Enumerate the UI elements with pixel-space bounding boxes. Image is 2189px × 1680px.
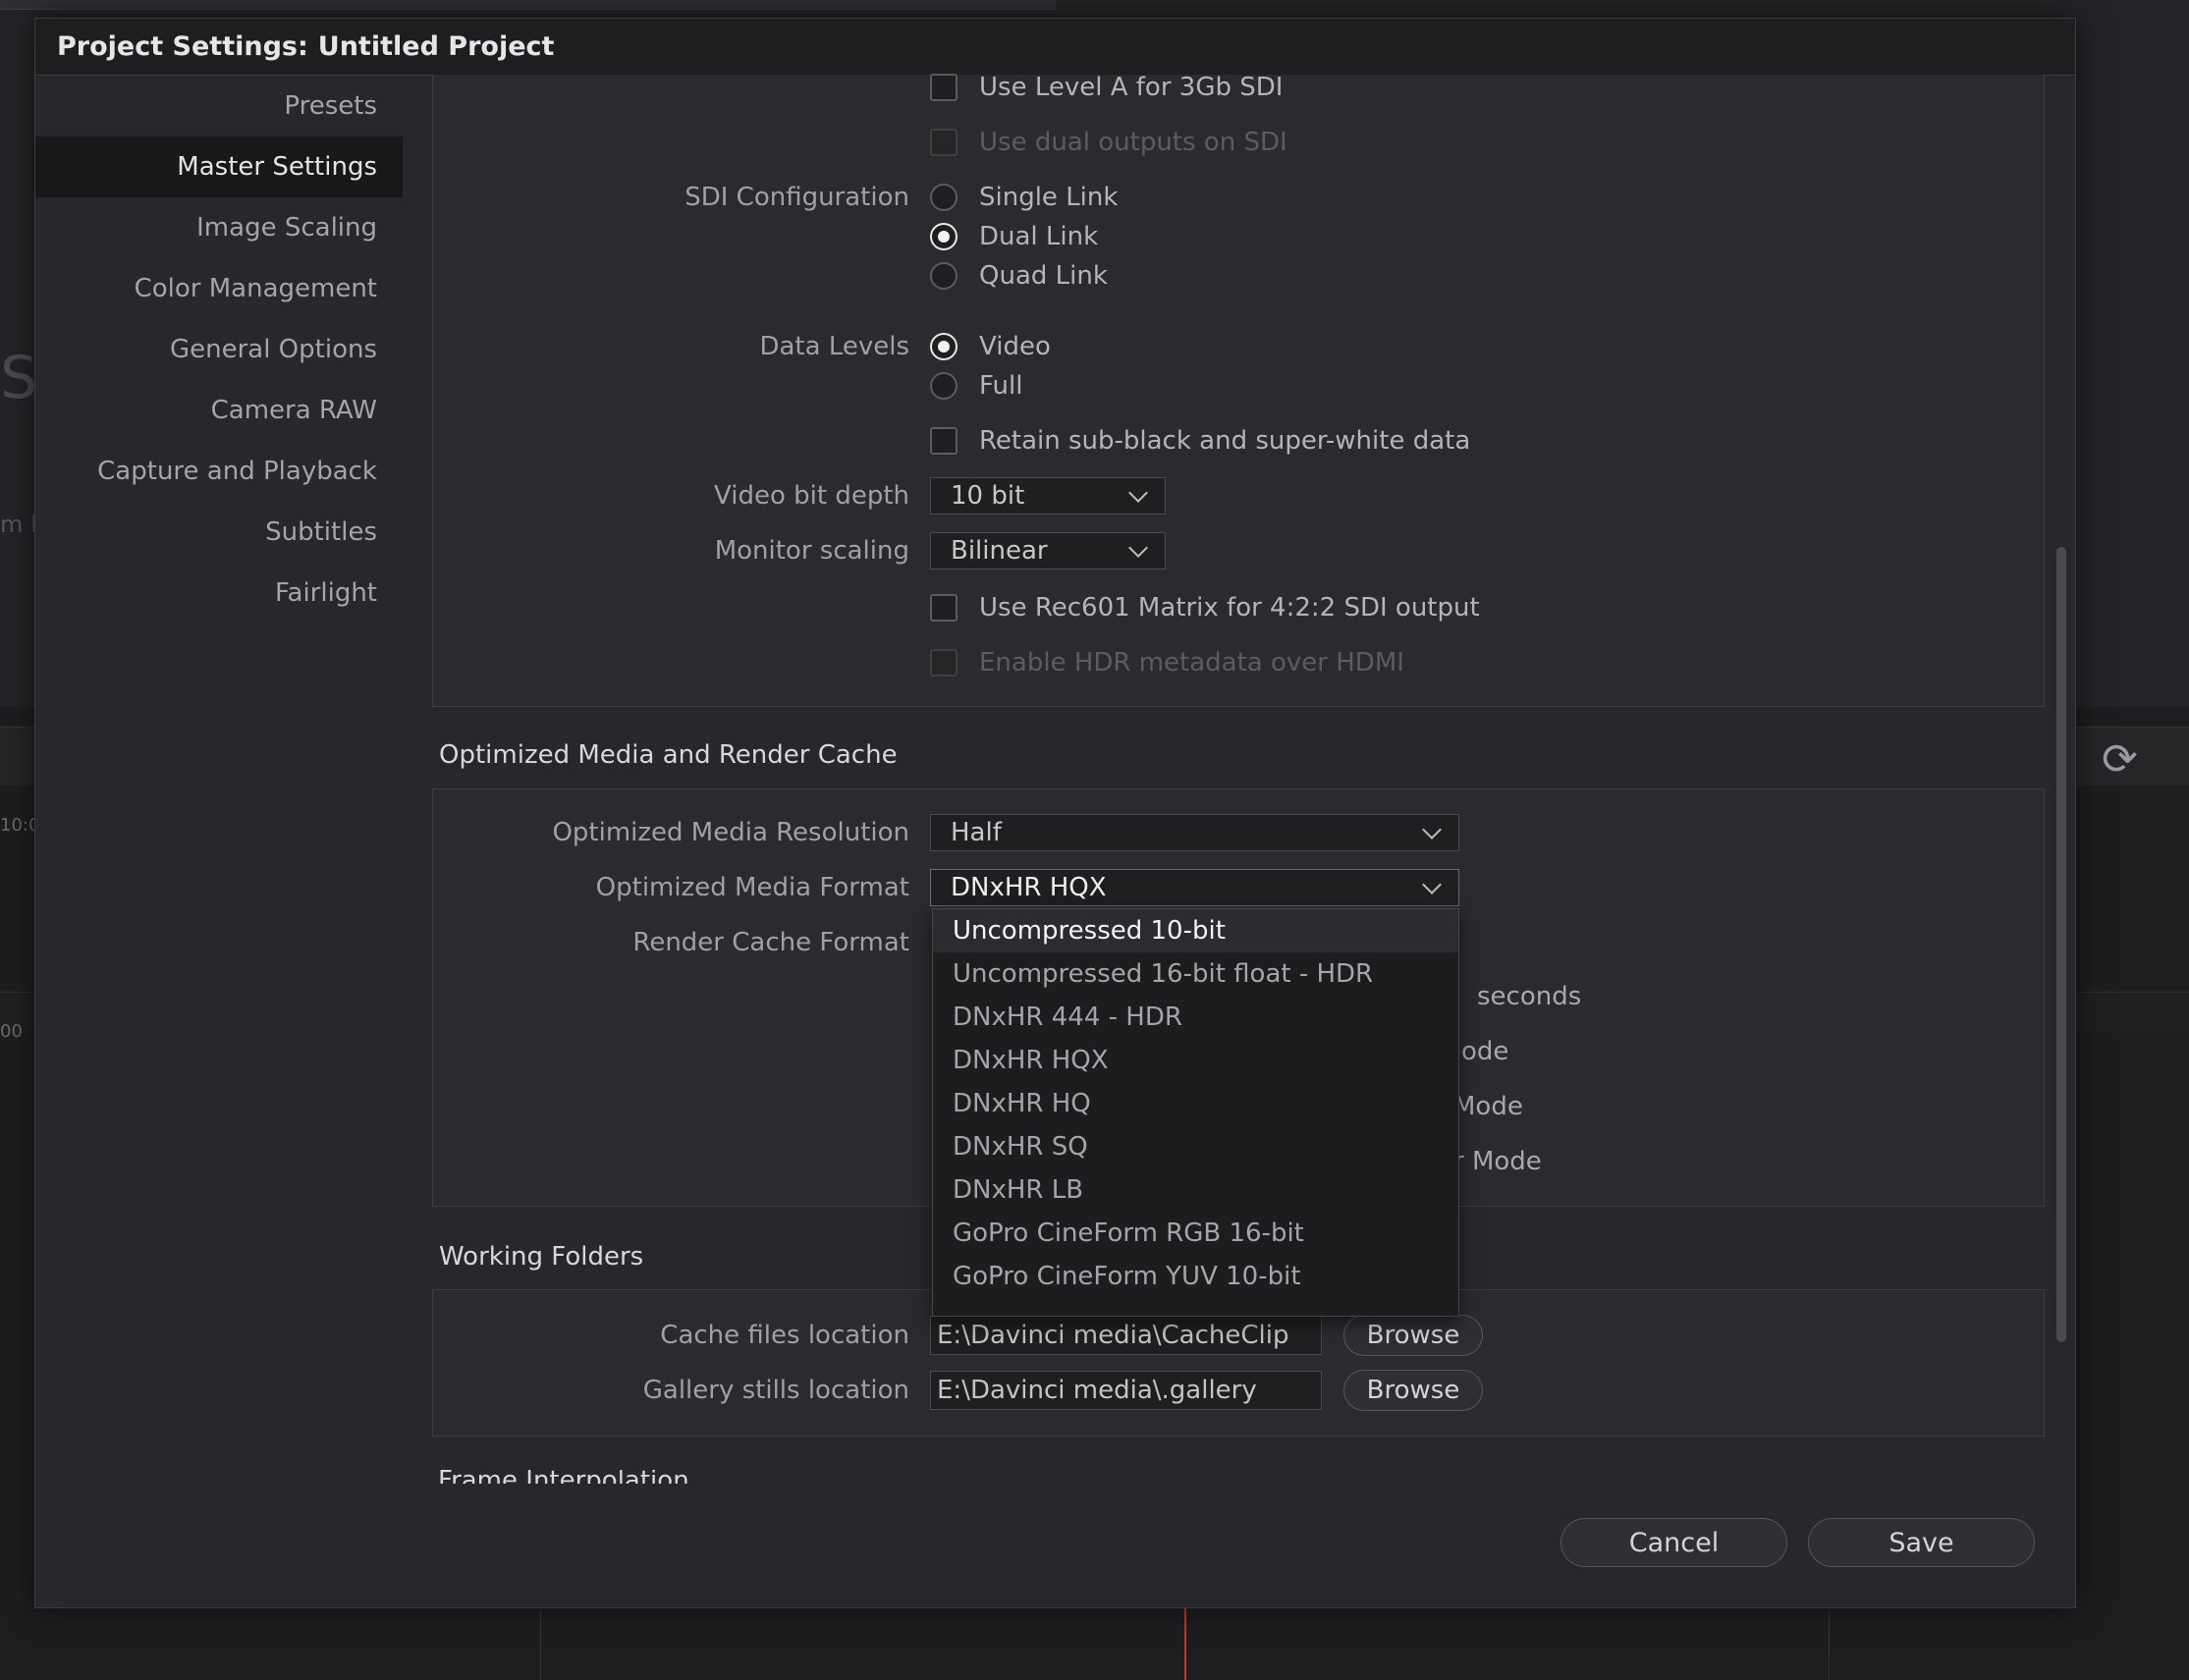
background-divider <box>540 1610 541 1680</box>
radio-label: Full <box>979 371 1023 401</box>
dialog-titlebar: Project Settings: Untitled Project <box>35 19 2075 76</box>
sidebar-item-color-management[interactable]: Color Management <box>35 258 403 319</box>
frame-interpolation-section-title: Frame Interpolation <box>438 1470 831 1484</box>
dropdown-value: 10 bit <box>951 481 1025 511</box>
chevron-down-icon <box>1128 483 1148 503</box>
radio-label: Quad Link <box>979 261 1108 291</box>
format-option[interactable]: GoPro CineForm RGB 16-bit <box>933 1212 1458 1255</box>
enable-hdr-checkbox: Enable HDR metadata over HDMI <box>930 648 1404 677</box>
cache-files-location-label: Cache files location <box>660 1321 909 1350</box>
obscured-option-text: seconds <box>1477 982 1582 1011</box>
optimized-media-format-dropdown[interactable]: DNxHR HQX <box>930 869 1459 906</box>
chevron-down-icon <box>1422 820 1442 840</box>
sidebar-item-subtitles[interactable]: Subtitles <box>35 502 403 563</box>
use-level-a-checkbox[interactable]: Use Level A for 3Gb SDI <box>930 73 1283 102</box>
cache-browse-button[interactable]: Browse <box>1343 1315 1483 1356</box>
optimized-media-resolution-label: Optimized Media Resolution <box>552 818 909 847</box>
radio-button[interactable] <box>930 372 958 400</box>
video-bit-depth-dropdown[interactable]: 10 bit <box>930 477 1166 515</box>
sdi-dual-link-radio[interactable]: Dual Link <box>930 222 1098 251</box>
background-topbar <box>0 0 1056 10</box>
checkbox-box <box>930 649 958 677</box>
dropdown-value: Half <box>951 818 1002 847</box>
monitor-scaling-label: Monitor scaling <box>714 536 909 566</box>
background-divider <box>1829 1610 1830 1680</box>
radio-label: Single Link <box>979 183 1119 212</box>
background-letter: S <box>0 344 38 412</box>
sdi-quad-link-radio[interactable]: Quad Link <box>930 261 1108 291</box>
checkbox-label: Use dual outputs on SDI <box>979 128 1287 157</box>
sidebar-item-image-scaling[interactable]: Image Scaling <box>35 197 403 258</box>
format-option[interactable]: DNxHR HQX <box>933 1039 1458 1082</box>
dropdown-value: Bilinear <box>951 536 1048 566</box>
format-option[interactable]: GoPro CineForm YUV 10-bit <box>933 1255 1458 1298</box>
sdi-single-link-radio[interactable]: Single Link <box>930 183 1118 212</box>
gallery-stills-location-field[interactable]: E:\Davinci media\.gallery <box>930 1371 1322 1410</box>
radio-label: Video <box>979 332 1051 361</box>
cache-files-location-field[interactable]: E:\Davinci media\CacheClip <box>930 1316 1322 1355</box>
monitor-scaling-dropdown[interactable]: Bilinear <box>930 532 1166 569</box>
format-option[interactable]: DNxHR LB <box>933 1168 1458 1212</box>
checkbox-label: Retain sub-black and super-white data <box>979 426 1471 456</box>
use-dual-outputs-checkbox: Use dual outputs on SDI <box>930 128 1287 157</box>
dropdown-value: DNxHR HQX <box>951 873 1107 902</box>
data-levels-video-radio[interactable]: Video <box>930 332 1051 361</box>
sidebar-item-camera-raw[interactable]: Camera RAW <box>35 380 403 441</box>
checkbox-label: Use Rec601 Matrix for 4:2:2 SDI output <box>979 593 1480 623</box>
sidebar-item-general-options[interactable]: General Options <box>35 319 403 380</box>
checkbox-box[interactable] <box>930 74 958 101</box>
optimized-media-format-label: Optimized Media Format <box>595 873 909 902</box>
use-rec601-checkbox[interactable]: Use Rec601 Matrix for 4:2:2 SDI output <box>930 593 1480 623</box>
checkbox-box <box>930 129 958 156</box>
chevron-down-icon <box>1128 538 1148 558</box>
checkbox-label: Use Level A for 3Gb SDI <box>979 73 1284 102</box>
settings-scrollbar[interactable] <box>2056 547 2066 1342</box>
format-option[interactable]: DNxHR 444 - HDR <box>933 996 1458 1039</box>
sidebar-item-fairlight[interactable]: Fairlight <box>35 563 403 623</box>
data-levels-full-radio[interactable]: Full <box>930 371 1022 401</box>
sdi-configuration-label: SDI Configuration <box>684 183 909 212</box>
radio-button[interactable] <box>930 333 958 360</box>
sidebar-item-master-settings[interactable]: Master Settings <box>35 136 403 197</box>
obscured-option-text: r Mode <box>1453 1147 1542 1176</box>
gallery-browse-button[interactable]: Browse <box>1343 1370 1483 1411</box>
obscured-option-text: Mode <box>1453 1092 1523 1121</box>
format-option[interactable]: Uncompressed 10-bit <box>933 909 1458 952</box>
retain-sub-black-checkbox[interactable]: Retain sub-black and super-white data <box>930 426 1470 456</box>
checkbox-box[interactable] <box>930 594 958 622</box>
obscured-option-text: ode <box>1461 1037 1509 1066</box>
format-option[interactable]: Uncompressed 16-bit float - HDR <box>933 952 1458 996</box>
checkbox-box[interactable] <box>930 427 958 455</box>
sidebar-item-presets[interactable]: Presets <box>35 76 403 136</box>
dialog-title-prefix: Project Settings: <box>57 31 308 62</box>
format-option[interactable]: DNxHR SQ <box>933 1125 1458 1168</box>
render-cache-format-label: Render Cache Format <box>632 928 909 957</box>
video-bit-depth-label: Video bit depth <box>714 481 909 511</box>
save-button[interactable]: Save <box>1808 1518 2035 1567</box>
optimized-media-resolution-dropdown[interactable]: Half <box>930 814 1459 851</box>
sidebar-item-capture-playback[interactable]: Capture and Playback <box>35 441 403 502</box>
dialog-title-project: Untitled Project <box>317 31 555 62</box>
data-levels-label: Data Levels <box>759 332 909 361</box>
loop-icon[interactable]: ⟳ <box>2102 734 2138 785</box>
radio-label: Dual Link <box>979 222 1099 251</box>
background-timecode-2: 00 <box>0 1021 23 1042</box>
frame-interpolation-title-text: Frame Interpolation <box>438 1470 831 1484</box>
radio-button[interactable] <box>930 184 958 211</box>
cancel-button[interactable]: Cancel <box>1560 1518 1787 1567</box>
settings-sidebar: Presets Master Settings Image Scaling Co… <box>35 76 403 1607</box>
format-option[interactable]: DNxHR HQ <box>933 1082 1458 1125</box>
radio-button[interactable] <box>930 223 958 250</box>
optimized-media-section-title: Optimized Media and Render Cache <box>439 740 898 770</box>
chevron-down-icon <box>1422 875 1442 894</box>
optimized-media-format-popup[interactable]: Uncompressed 10-bit Uncompressed 16-bit … <box>932 908 1459 1317</box>
working-folders-section-title: Working Folders <box>439 1242 644 1272</box>
gallery-stills-location-label: Gallery stills location <box>642 1376 909 1405</box>
checkbox-label: Enable HDR metadata over HDMI <box>979 648 1404 677</box>
radio-button[interactable] <box>930 262 958 290</box>
